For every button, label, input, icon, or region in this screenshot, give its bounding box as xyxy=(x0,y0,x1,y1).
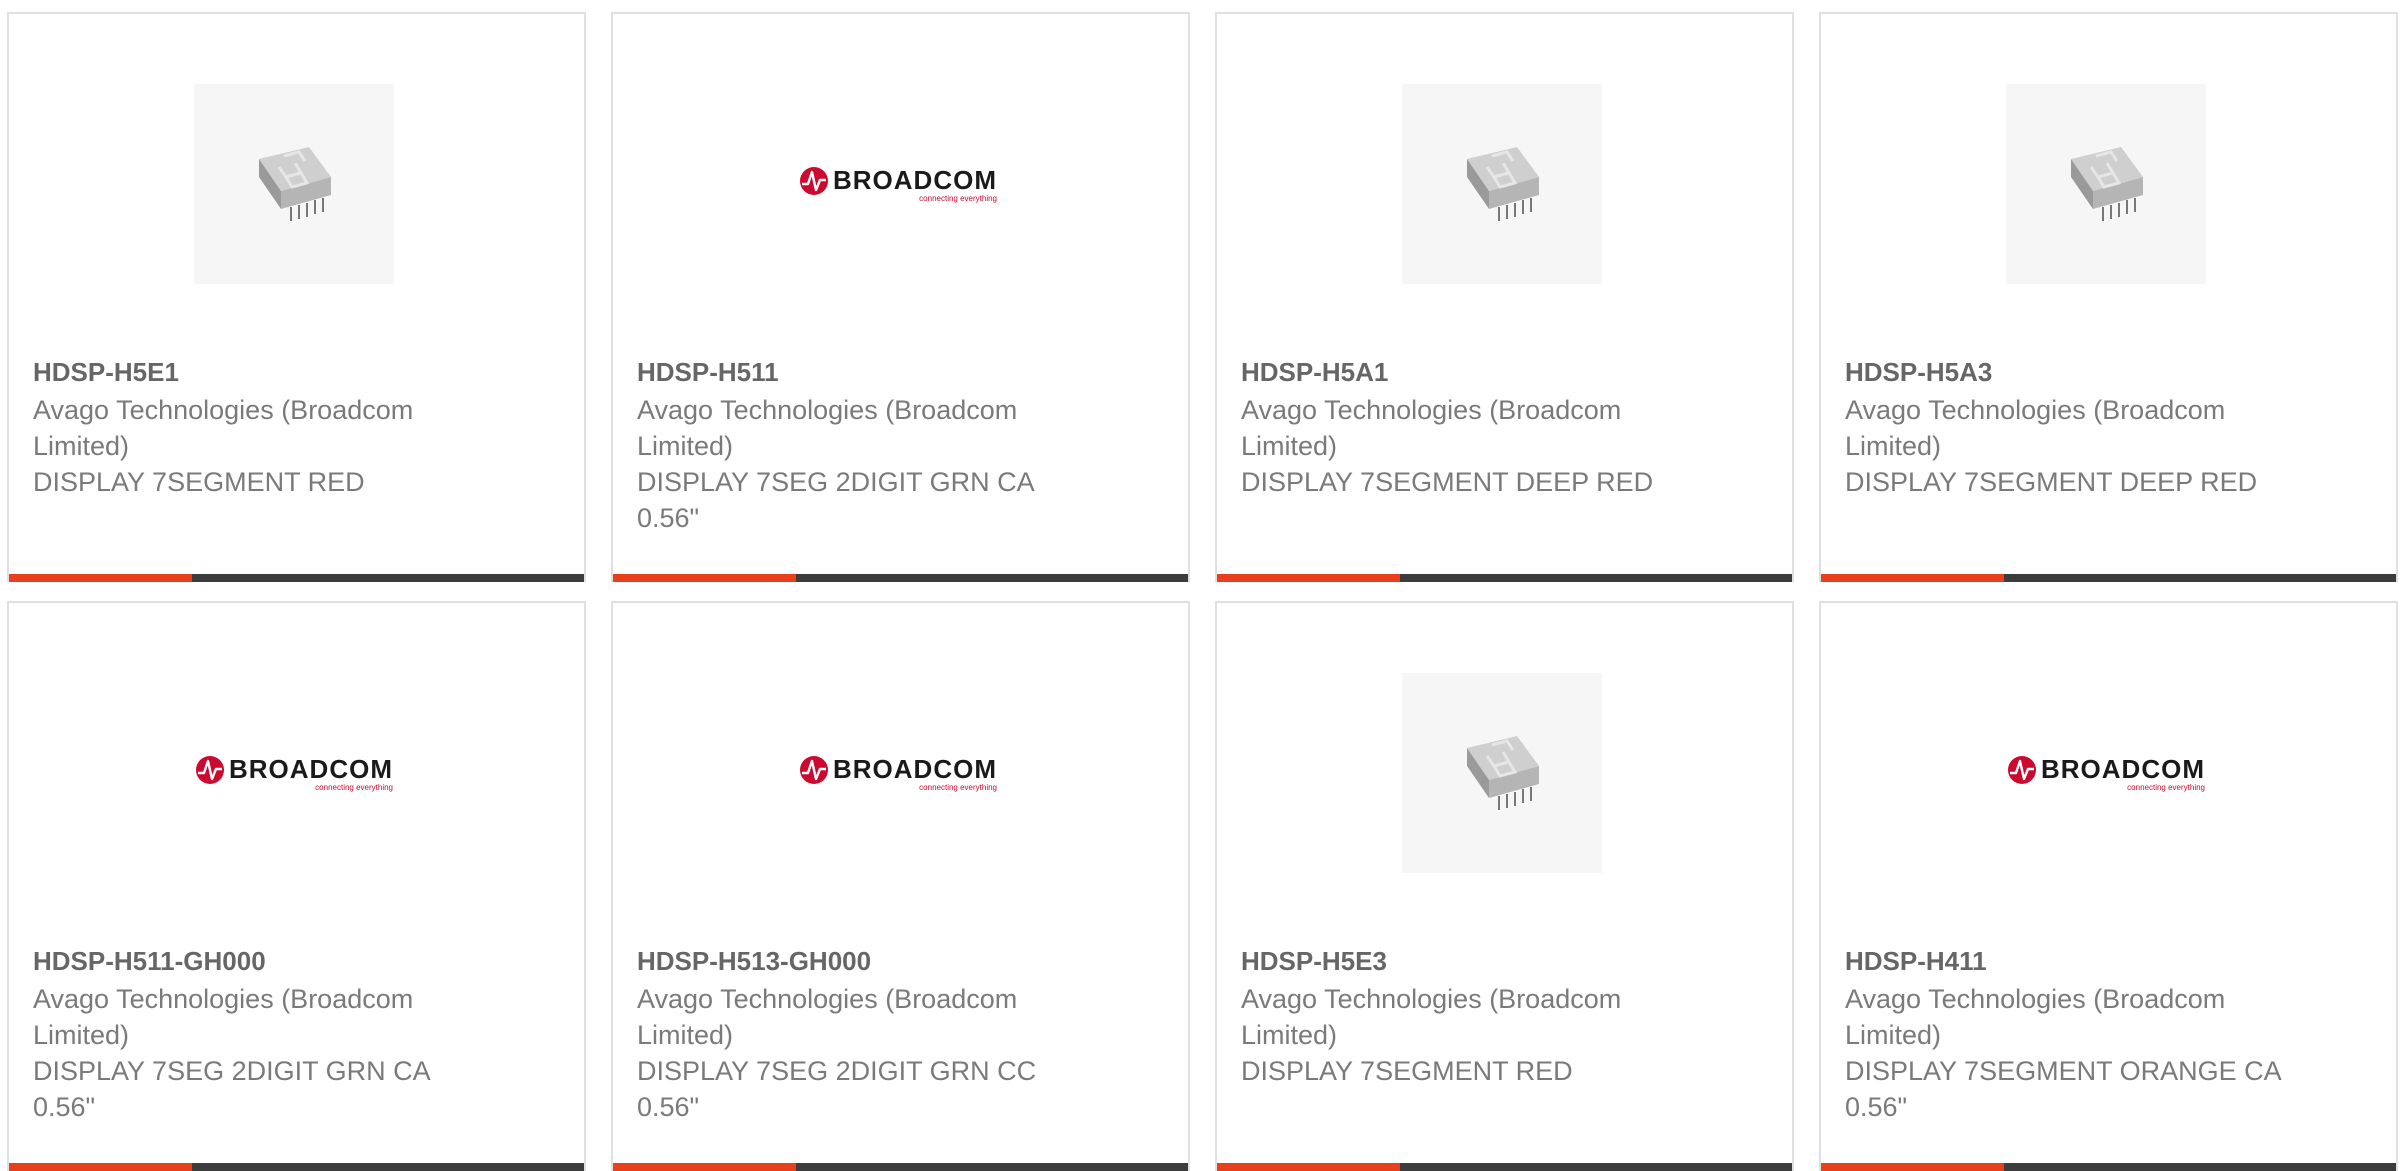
logo-wordmark: BROADCOM xyxy=(833,165,997,195)
product-info: HDSP-H511-GH000 Avago Technologies (Broa… xyxy=(33,943,473,1125)
broadcom-logo: BROADCOM connecting everything xyxy=(2006,673,2206,873)
product-info: HDSP-H411 Avago Technologies (Broadcom L… xyxy=(1845,943,2285,1125)
card-footer-bar xyxy=(9,574,584,582)
description: DISPLAY 7SEGMENT RED xyxy=(33,467,365,497)
card-footer-bar xyxy=(1821,574,2396,582)
product-info: HDSP-H513-GH000 Avago Technologies (Broa… xyxy=(637,943,1077,1125)
card-accent-bar xyxy=(1821,574,2004,582)
product-card[interactable]: HDSP-H5E3 Avago Technologies (Broadcom L… xyxy=(1215,601,1794,1171)
broadcom-logo-graphic: BROADCOM connecting everything xyxy=(799,165,997,203)
manufacturer: Avago Technologies (Broadcom Limited) xyxy=(33,984,414,1050)
manufacturer: Avago Technologies (Broadcom Limited) xyxy=(1241,984,1622,1050)
part-number[interactable]: HDSP-H511 xyxy=(637,354,1077,390)
manufacturer: Avago Technologies (Broadcom Limited) xyxy=(1241,395,1622,461)
product-card[interactable]: BROADCOM connecting everything HDSP-H511… xyxy=(7,601,586,1171)
part-number[interactable]: HDSP-H5A3 xyxy=(1845,354,2285,390)
part-number[interactable]: HDSP-H411 xyxy=(1845,943,2285,979)
logo-tagline: connecting everything xyxy=(315,783,393,792)
product-card[interactable]: BROADCOM connecting everything HDSP-H513… xyxy=(611,601,1190,1171)
logo-wordmark: BROADCOM xyxy=(229,754,393,784)
product-card[interactable]: HDSP-H5A3 Avago Technologies (Broadcom L… xyxy=(1819,12,2398,582)
product-card[interactable]: BROADCOM connecting everything HDSP-H411… xyxy=(1819,601,2398,1171)
card-accent-bar xyxy=(1217,1163,1400,1171)
manufacturer: Avago Technologies (Broadcom Limited) xyxy=(637,395,1018,461)
card-accent-bar xyxy=(1217,574,1400,582)
part-number[interactable]: HDSP-H513-GH000 xyxy=(637,943,1077,979)
logo-tagline: connecting everything xyxy=(919,194,997,203)
card-footer-bar xyxy=(1821,1163,2396,1171)
product-grid: HDSP-H5E1 Avago Technologies (Broadcom L… xyxy=(7,12,2398,1171)
product-image-7segment-display xyxy=(2006,84,2206,284)
broadcom-logo: BROADCOM connecting everything xyxy=(798,673,998,873)
card-accent-bar xyxy=(9,574,192,582)
product-info: HDSP-H511 Avago Technologies (Broadcom L… xyxy=(637,354,1077,536)
description: DISPLAY 7SEGMENT DEEP RED xyxy=(1845,467,2258,497)
manufacturer: Avago Technologies (Broadcom Limited) xyxy=(637,984,1018,1050)
manufacturer: Avago Technologies (Broadcom Limited) xyxy=(1845,984,2226,1050)
broadcom-logo-graphic: BROADCOM connecting everything xyxy=(799,754,997,792)
card-footer-bar xyxy=(9,1163,584,1171)
card-accent-bar xyxy=(9,1163,192,1171)
logo-wordmark: BROADCOM xyxy=(833,754,997,784)
broadcom-logo-graphic: BROADCOM connecting everything xyxy=(2007,754,2205,792)
description: DISPLAY 7SEG 2DIGIT GRN CC 0.56" xyxy=(637,1056,1037,1122)
description: DISPLAY 7SEGMENT ORANGE CA 0.56" xyxy=(1845,1056,2281,1122)
product-card[interactable]: BROADCOM connecting everything HDSP-H511… xyxy=(611,12,1190,582)
card-footer-bar xyxy=(1217,574,1792,582)
description: DISPLAY 7SEG 2DIGIT GRN CA 0.56" xyxy=(637,467,1034,533)
product-image-7segment-display xyxy=(194,84,394,284)
broadcom-logo: BROADCOM connecting everything xyxy=(798,84,998,284)
product-image-7segment-display xyxy=(1402,84,1602,284)
product-card[interactable]: HDSP-H5A1 Avago Technologies (Broadcom L… xyxy=(1215,12,1794,582)
logo-tagline: connecting everything xyxy=(2127,783,2205,792)
product-image-7segment-display xyxy=(1402,673,1602,873)
card-footer-bar xyxy=(613,1163,1188,1171)
part-number[interactable]: HDSP-H5E1 xyxy=(33,354,473,390)
part-number[interactable]: HDSP-H511-GH000 xyxy=(33,943,473,979)
broadcom-logo: BROADCOM connecting everything xyxy=(194,673,394,873)
manufacturer: Avago Technologies (Broadcom Limited) xyxy=(33,395,414,461)
product-info: HDSP-H5E3 Avago Technologies (Broadcom L… xyxy=(1241,943,1681,1089)
description: DISPLAY 7SEGMENT RED xyxy=(1241,1056,1573,1086)
product-info: HDSP-H5A3 Avago Technologies (Broadcom L… xyxy=(1845,354,2285,500)
description: DISPLAY 7SEG 2DIGIT GRN CA 0.56" xyxy=(33,1056,430,1122)
part-number[interactable]: HDSP-H5E3 xyxy=(1241,943,1681,979)
logo-wordmark: BROADCOM xyxy=(2041,754,2205,784)
product-card[interactable]: HDSP-H5E1 Avago Technologies (Broadcom L… xyxy=(7,12,586,582)
logo-tagline: connecting everything xyxy=(919,783,997,792)
card-accent-bar xyxy=(613,1163,796,1171)
manufacturer: Avago Technologies (Broadcom Limited) xyxy=(1845,395,2226,461)
card-footer-bar xyxy=(1217,1163,1792,1171)
card-accent-bar xyxy=(613,574,796,582)
product-info: HDSP-H5A1 Avago Technologies (Broadcom L… xyxy=(1241,354,1681,500)
product-info: HDSP-H5E1 Avago Technologies (Broadcom L… xyxy=(33,354,473,500)
card-footer-bar xyxy=(613,574,1188,582)
part-number[interactable]: HDSP-H5A1 xyxy=(1241,354,1681,390)
description: DISPLAY 7SEGMENT DEEP RED xyxy=(1241,467,1654,497)
broadcom-logo-graphic: BROADCOM connecting everything xyxy=(195,754,393,792)
card-accent-bar xyxy=(1821,1163,2004,1171)
